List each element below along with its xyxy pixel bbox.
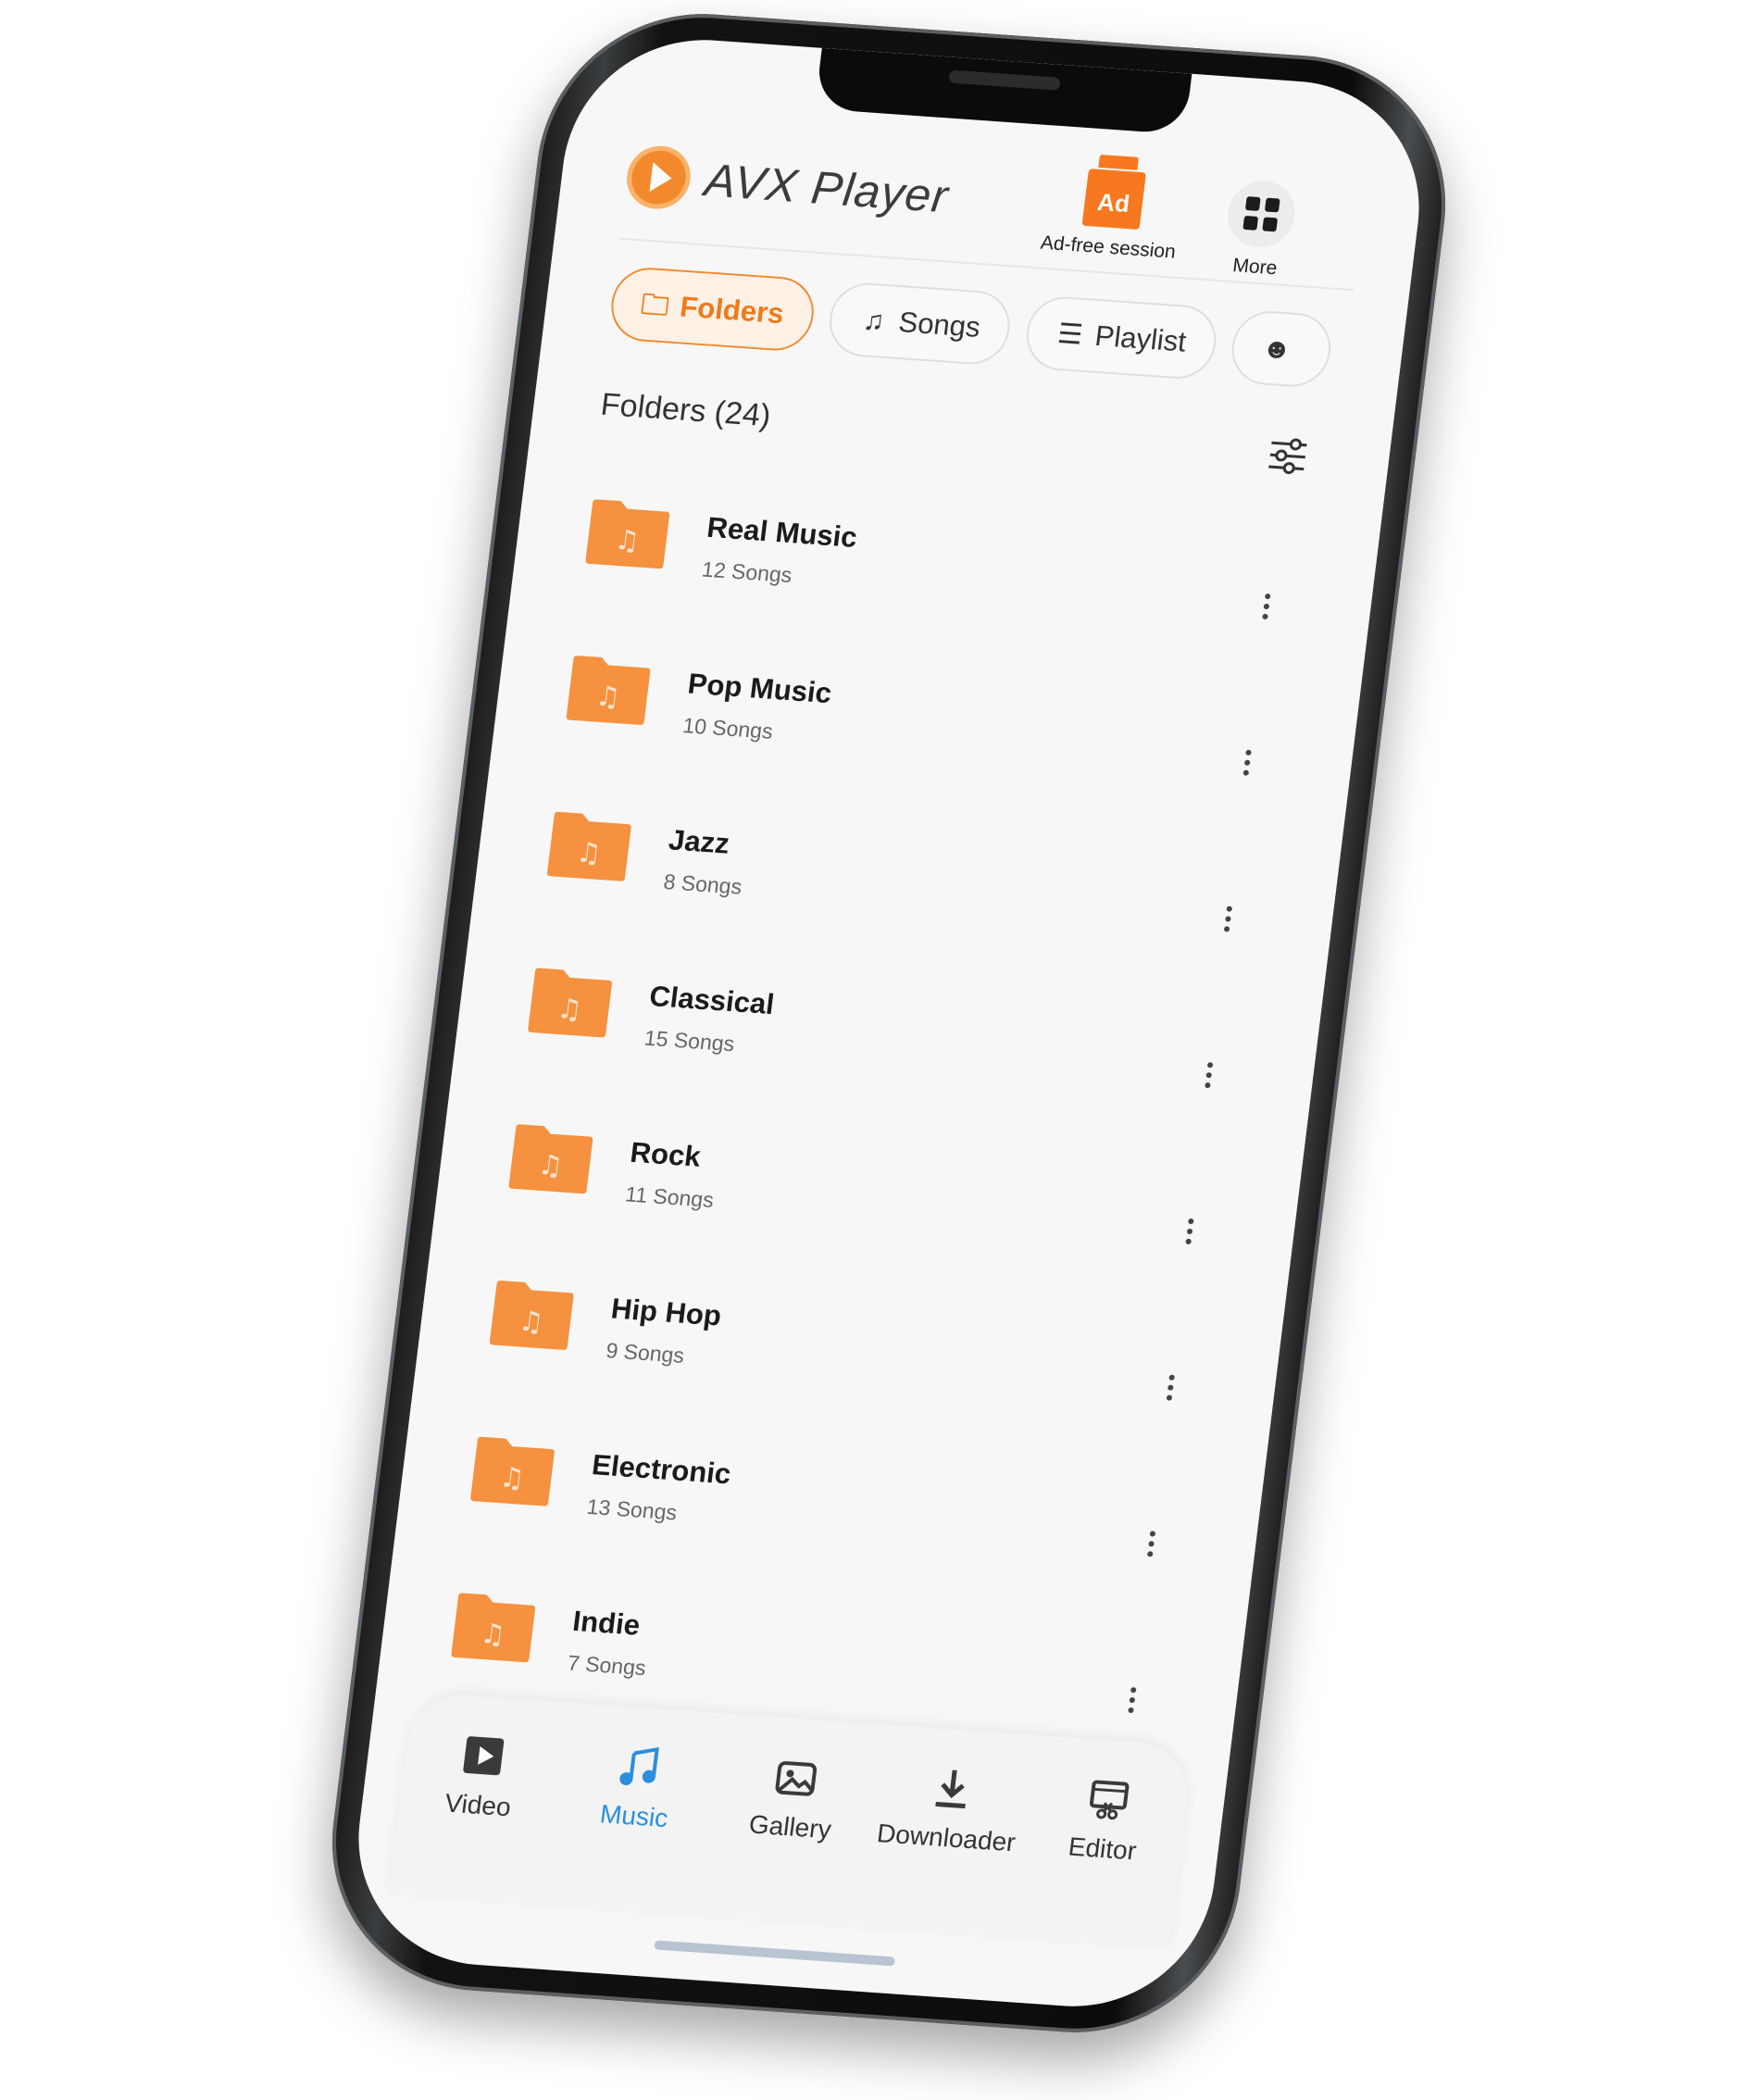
app-logo-icon	[623, 144, 694, 211]
tab-label: Folders	[678, 290, 786, 331]
nav-music[interactable]: Music	[553, 1740, 712, 1915]
music-note-icon	[619, 1746, 660, 1786]
grid-icon	[1224, 178, 1299, 250]
nav-video[interactable]: Video	[397, 1729, 556, 1904]
music-folder-icon: ♫	[451, 1593, 536, 1663]
folder-song-count: 15 Songs	[643, 1025, 736, 1056]
folder-icon: 🗀	[639, 289, 671, 322]
artist-icon: ☻	[1260, 332, 1293, 366]
more-options-icon[interactable]	[1234, 744, 1258, 792]
stage: AVX Player Ad Ad-free session More 🗀 Fol…	[0, 0, 1748, 2100]
folder-song-count: 11 Songs	[623, 1181, 716, 1212]
folder-song-count: 7 Songs	[566, 1650, 648, 1681]
folder-name: Jazz	[667, 823, 731, 860]
folder-name: Electronic	[590, 1448, 733, 1491]
app-header: AVX Player Ad Ad-free session More	[618, 136, 1367, 292]
folder-name: Hip Hop	[609, 1292, 724, 1332]
folder-name: Indie	[570, 1604, 643, 1642]
grid-icon-cell	[1262, 217, 1279, 232]
tab-label	[1299, 333, 1303, 366]
svg-text:♫: ♫	[497, 1461, 526, 1495]
music-folder-icon: ♫	[566, 656, 651, 725]
more-options-icon[interactable]	[1216, 901, 1240, 948]
gallery-icon	[775, 1761, 818, 1796]
folder-song-count: 8 Songs	[662, 869, 743, 899]
music-folder-icon: ♫	[528, 968, 612, 1038]
folder-list: ♫ Real Music 12 Songs ♫ Pop Music 10 Son…	[439, 477, 1314, 1777]
svg-text:♫: ♫	[556, 993, 584, 1027]
grid-icon-cell	[1244, 196, 1261, 211]
nav-label: Downloader	[875, 1819, 1018, 1857]
more-options-icon[interactable]	[1254, 588, 1278, 635]
nav-gallery[interactable]: Gallery	[709, 1751, 868, 1926]
more-options-icon[interactable]	[1177, 1213, 1201, 1260]
tab-songs[interactable]: ♫ Songs	[825, 281, 1015, 368]
folder-song-count: 13 Songs	[585, 1494, 679, 1525]
music-folder-icon: ♫	[547, 811, 631, 881]
svg-text:♫: ♫	[574, 836, 603, 870]
more-options-icon[interactable]	[1139, 1526, 1163, 1573]
more-options-icon[interactable]	[1196, 1057, 1220, 1105]
nav-label: Gallery	[747, 1809, 833, 1844]
more-options-icon[interactable]	[1158, 1369, 1182, 1417]
music-folder-icon: ♫	[585, 499, 670, 569]
nav-editor[interactable]: Editor	[1021, 1772, 1180, 1947]
download-icon	[935, 1769, 966, 1809]
tab-label: Playlist	[1092, 319, 1189, 358]
more-options-icon[interactable]	[1119, 1682, 1143, 1730]
nav-label: Editor	[1067, 1831, 1139, 1866]
svg-text:♫: ♫	[517, 1306, 545, 1340]
svg-text:♫: ♫	[613, 524, 642, 558]
nav-label: Music	[598, 1799, 670, 1833]
editor-icon	[1089, 1780, 1130, 1820]
svg-text:♫: ♫	[536, 1149, 565, 1183]
phone-frame: AVX Player Ad Ad-free session More 🗀 Fol…	[314, 3, 1464, 2044]
speaker-grille	[948, 69, 1061, 91]
nav-downloader[interactable]: Downloader	[866, 1762, 1025, 1937]
folder-song-count: 12 Songs	[700, 556, 793, 588]
music-folder-icon: ♫	[489, 1281, 574, 1350]
ad-badge-text: Ad	[1095, 187, 1131, 219]
folder-name: Classical	[647, 980, 777, 1021]
svg-text:♫: ♫	[593, 681, 622, 715]
svg-text:♫: ♫	[479, 1618, 507, 1652]
more-label: More	[1231, 255, 1279, 280]
playlist-icon: ☰	[1055, 319, 1085, 351]
tab-artists[interactable]: ☻	[1228, 308, 1336, 390]
phone-screen: AVX Player Ad Ad-free session More 🗀 Fol…	[343, 31, 1435, 2016]
nav-label: Video	[443, 1788, 513, 1822]
app-title: AVX Player	[702, 154, 952, 223]
video-icon	[463, 1736, 505, 1776]
home-indicator[interactable]	[654, 1940, 896, 1967]
ad-free-session-button[interactable]: Ad Ad-free session	[1028, 165, 1196, 264]
ad-free-session-label: Ad-free session	[1039, 231, 1178, 263]
tab-playlist[interactable]: ☰ Playlist	[1022, 294, 1220, 381]
more-button[interactable]: More	[1212, 178, 1307, 281]
grid-icon-cell	[1264, 197, 1280, 213]
music-folder-icon: ♫	[470, 1436, 555, 1506]
music-note-icon: ♫	[861, 305, 886, 337]
folder-song-count: 10 Songs	[680, 713, 775, 744]
notch	[814, 47, 1192, 135]
section-title: Folders (24)	[598, 386, 773, 434]
folder-name: Real Music	[705, 510, 859, 554]
ad-gift-icon: Ad	[1081, 169, 1147, 230]
music-folder-icon: ♫	[508, 1124, 593, 1194]
folder-song-count: 9 Songs	[605, 1338, 686, 1368]
tab-label: Songs	[896, 306, 982, 344]
grid-icon-cell	[1242, 215, 1259, 231]
folder-name: Pop Music	[685, 667, 834, 710]
folder-name: Rock	[628, 1135, 703, 1173]
tab-folders[interactable]: 🗀 Folders	[606, 265, 818, 354]
filter-sliders-icon[interactable]	[1262, 431, 1314, 481]
